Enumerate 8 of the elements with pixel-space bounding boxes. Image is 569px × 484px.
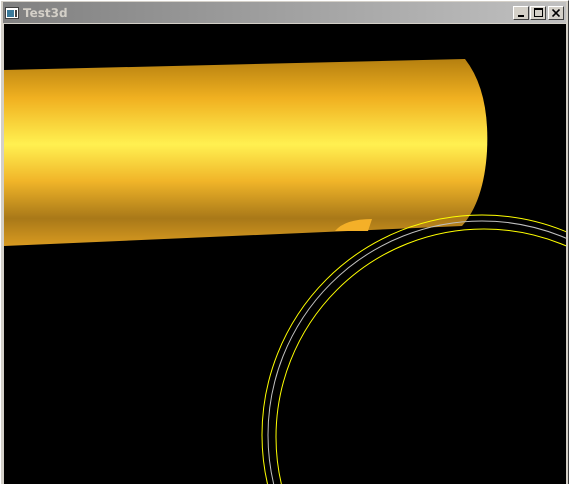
window-title: Test3d xyxy=(23,6,69,20)
maximize-icon xyxy=(534,8,542,17)
minimize-icon xyxy=(518,14,524,16)
minimize-button[interactable] xyxy=(513,6,529,20)
close-button[interactable] xyxy=(548,6,564,20)
app-icon xyxy=(5,6,19,18)
close-icon xyxy=(552,8,560,16)
maximize-button[interactable] xyxy=(530,6,546,20)
